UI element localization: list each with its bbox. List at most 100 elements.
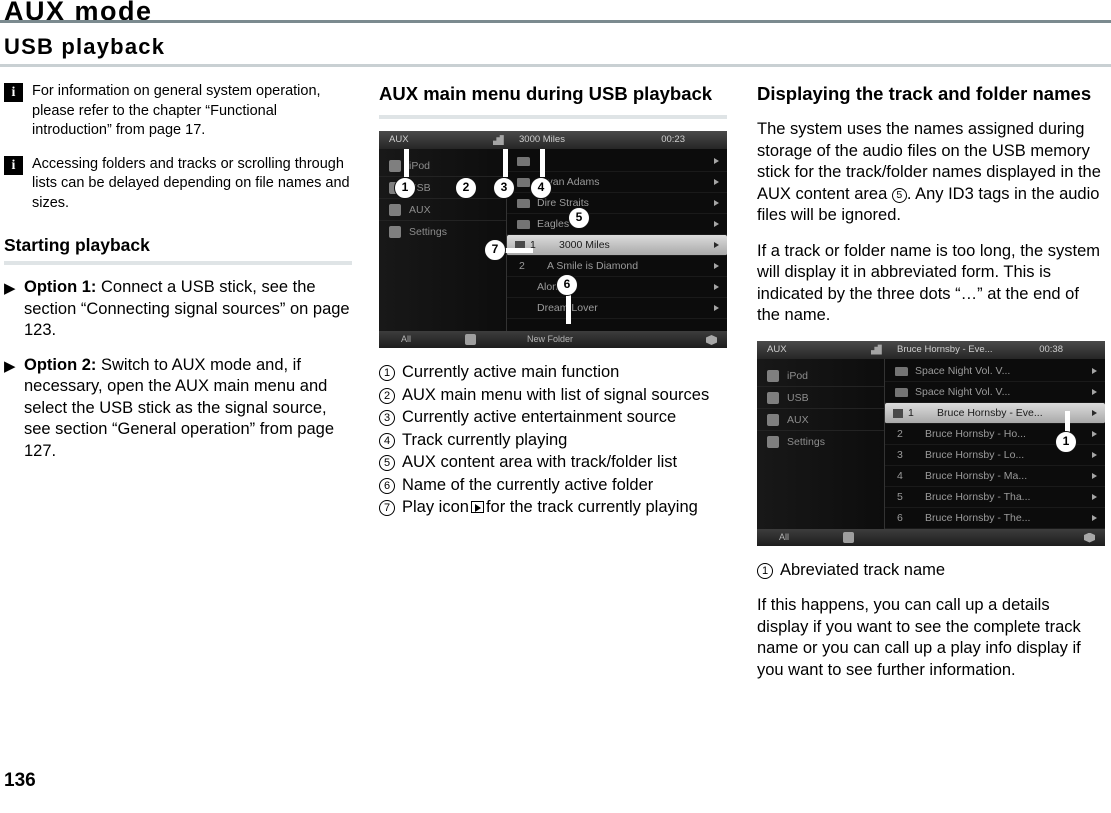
sidebar-item-label: Settings bbox=[409, 226, 447, 238]
play-icon bbox=[470, 501, 484, 513]
legend-number: 4 bbox=[379, 432, 395, 449]
legend-number: 1 bbox=[757, 562, 773, 579]
sidebar-item-ipod[interactable]: iPod bbox=[757, 365, 884, 387]
info-icon: i bbox=[4, 155, 23, 175]
chevron-right-icon bbox=[714, 200, 719, 206]
sidebar-item-usb[interactable]: USB bbox=[757, 387, 884, 409]
right-column-heading: Displaying the track and folder names bbox=[757, 83, 1092, 104]
status-time: 00:38 bbox=[1039, 343, 1063, 355]
ipod-icon bbox=[767, 369, 779, 382]
callout-5: 5 bbox=[568, 207, 590, 229]
chevron-right-icon bbox=[1092, 367, 1097, 374]
middle-column: AUX main menu during USB playback AUX 30… bbox=[379, 82, 727, 520]
signal-icon bbox=[871, 344, 882, 355]
chevron-right-icon bbox=[714, 221, 719, 227]
legend-text-part2: for the track currently playing bbox=[485, 498, 698, 516]
folder-icon bbox=[517, 199, 530, 208]
section-title: USB playback bbox=[4, 34, 166, 59]
note-block: i Accessing folders and tracks or scroll… bbox=[4, 155, 352, 214]
track-number: 2 bbox=[519, 260, 525, 272]
status-time: 00:23 bbox=[661, 134, 685, 145]
list-item-label: Space Night Vol. V... bbox=[915, 364, 1011, 377]
legend-text: Name of the currently active folder bbox=[402, 475, 654, 494]
list-item[interactable]: 4 Bruce Hornsby - Ma... bbox=[885, 466, 1105, 487]
legend-item: 5 AUX content area with track/folder lis… bbox=[379, 452, 727, 474]
list-item: ▶ Option 1: Connect a USB stick, see the… bbox=[4, 277, 352, 342]
section-divider bbox=[0, 64, 1111, 67]
list-item[interactable]: Eagles bbox=[507, 214, 727, 235]
track-number: 1 bbox=[908, 406, 914, 419]
screen-sidebar: iPod USB AUX Settings bbox=[757, 358, 885, 529]
list-item[interactable]: Space Night Vol. V... bbox=[885, 361, 1105, 382]
right-column: Displaying the track and folder names Th… bbox=[757, 82, 1105, 695]
subheading-divider bbox=[4, 261, 352, 265]
sidebar-item-label: iPod bbox=[409, 160, 431, 172]
paragraph-details-display: If this happens, you can call up a detai… bbox=[757, 596, 1081, 679]
aux-main-menu-screenshot: AUX 3000 Miles 00:23 iPod USB AUX Settin… bbox=[379, 131, 727, 348]
legend-text: AUX content area with track/folder list bbox=[402, 453, 678, 471]
chevron-right-icon bbox=[1092, 493, 1097, 500]
arrow-right-icon: ▶ bbox=[4, 280, 16, 297]
list-item[interactable]: Dream Lover bbox=[507, 298, 727, 319]
callout-leader bbox=[505, 248, 533, 253]
footer-options-icon[interactable] bbox=[706, 335, 717, 345]
list-item[interactable]: 5 Bruce Hornsby - Tha... bbox=[885, 487, 1105, 508]
list-item-selected[interactable]: 1 3000 Miles bbox=[507, 235, 727, 256]
sidebar-item-aux[interactable]: AUX bbox=[757, 409, 884, 431]
legend-text: Track currently playing bbox=[402, 430, 568, 449]
status-source: AUX bbox=[767, 343, 787, 355]
footer-folder-icon[interactable] bbox=[843, 531, 854, 543]
callout-leader bbox=[503, 149, 508, 177]
sidebar-item-settings[interactable]: Settings bbox=[379, 221, 506, 243]
ipod-icon bbox=[389, 160, 401, 172]
callout-6: 6 bbox=[556, 274, 578, 296]
footer-all-label[interactable]: All bbox=[779, 529, 789, 546]
callout-1: 1 bbox=[394, 177, 416, 199]
list-item-label: A Smile is Diamond bbox=[547, 260, 639, 272]
chevron-right-icon bbox=[714, 263, 719, 269]
legend-item: 3 Currently active entertainment source bbox=[379, 407, 727, 429]
middle-heading-divider bbox=[379, 115, 727, 119]
list-item-label: Bruce Hornsby - The... bbox=[925, 511, 1031, 524]
legend-number: 5 bbox=[379, 455, 395, 471]
legend-list: 1 Currently active main function 2 AUX m… bbox=[379, 362, 727, 519]
legend-item: 1 Abreviated track name bbox=[757, 560, 1105, 582]
gear-icon bbox=[767, 435, 779, 448]
legend-item: 6 Name of the currently active folder bbox=[379, 475, 727, 497]
sidebar-item-label: USB bbox=[787, 391, 809, 404]
bullet-text: Option 1: Connect a USB stick, see the s… bbox=[24, 277, 352, 342]
callout-leader bbox=[404, 149, 409, 177]
info-icon: i bbox=[4, 83, 23, 102]
list-item[interactable]: 6 Bruce Hornsby - The... bbox=[885, 508, 1105, 529]
track-number: 6 bbox=[897, 511, 903, 524]
list-item[interactable]: Alone bbox=[507, 277, 727, 298]
bullet-text: Option 2: Switch to AUX mode and, if nec… bbox=[24, 355, 352, 463]
footer-folder-label: New Folder bbox=[527, 334, 574, 344]
sidebar-item-aux[interactable]: AUX bbox=[379, 199, 506, 221]
folder-icon bbox=[895, 366, 908, 376]
list-item[interactable]: Space Night Vol. V... bbox=[885, 382, 1105, 403]
list-item[interactable]: 2 A Smile is Diamond bbox=[507, 256, 727, 277]
sidebar-item-settings[interactable]: Settings bbox=[757, 431, 884, 453]
legend-text: Abreviated track name bbox=[780, 560, 946, 579]
footer-folder-icon[interactable] bbox=[465, 334, 476, 345]
legend-text: AUX main menu with list of signal source… bbox=[402, 385, 710, 404]
chevron-right-icon bbox=[1092, 430, 1097, 437]
callout-7: 7 bbox=[484, 239, 506, 261]
footer-options-icon[interactable] bbox=[1084, 532, 1095, 543]
footer-all-label[interactable]: All bbox=[401, 331, 411, 348]
manual-page: AUX mode USB playback i For information … bbox=[0, 0, 1111, 813]
track-number: 2 bbox=[897, 427, 903, 440]
legend-item: 1 Currently active main function bbox=[379, 362, 727, 384]
note-block: i For information on general system oper… bbox=[4, 82, 352, 141]
sidebar-item-ipod[interactable]: iPod bbox=[379, 155, 506, 177]
paragraph-abbreviation: If a track or folder name is too long, t… bbox=[757, 241, 1100, 325]
list-item-selected[interactable]: 1 Bruce Hornsby - Eve... bbox=[885, 402, 1105, 424]
sidebar-item-label: Settings bbox=[787, 435, 825, 448]
chevron-right-icon bbox=[714, 284, 719, 290]
screen-footer-bar: All bbox=[757, 528, 1105, 546]
chevron-right-icon bbox=[714, 179, 719, 185]
subheading-starting-playback: Starting playback bbox=[4, 235, 150, 255]
chevron-right-icon bbox=[714, 242, 719, 248]
middle-column-heading: AUX main menu during USB playback bbox=[379, 83, 713, 104]
